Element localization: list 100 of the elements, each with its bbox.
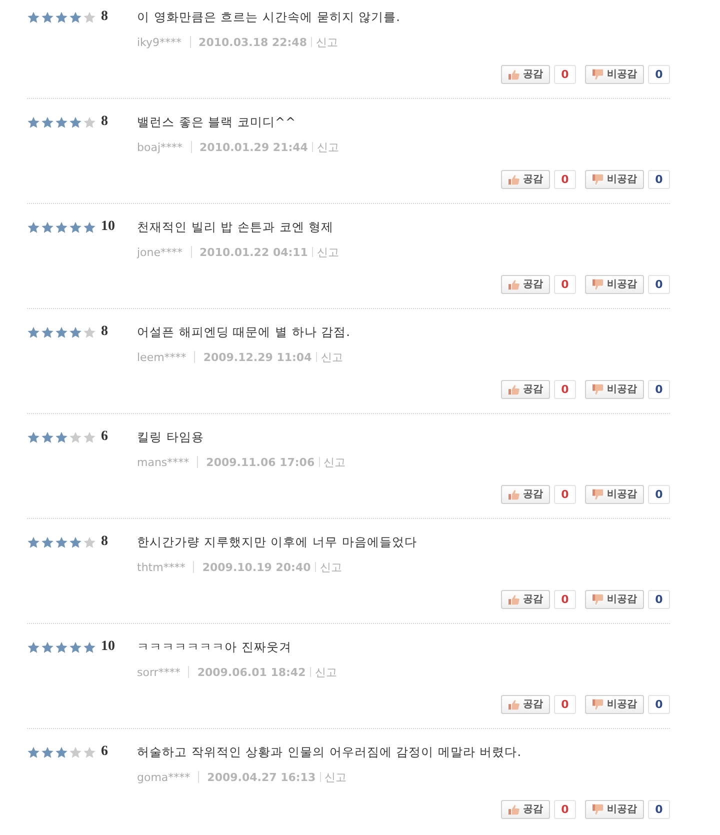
star-icon [55, 536, 68, 548]
thumbs-up-icon [508, 384, 520, 394]
like-button[interactable]: 공감 [501, 64, 550, 84]
dislike-button[interactable]: 비공감 [585, 694, 644, 714]
star-icon [69, 10, 82, 24]
star-icon [83, 326, 96, 338]
review-date: 2009.12.29 11:04 [203, 350, 312, 364]
review-comment: 어설픈 해피엔딩 때문에 별 하나 감점. [137, 324, 352, 341]
star-icon [83, 640, 96, 654]
star-icon [69, 326, 82, 338]
review-date: 2009.11.06 17:06 [206, 456, 315, 468]
rating-score: 8 [101, 533, 108, 551]
star-icon [69, 536, 82, 548]
star-icon [27, 430, 40, 444]
star-icon [55, 220, 68, 234]
star-icon [55, 430, 68, 444]
thumbs-up-icon [508, 278, 520, 290]
like-button[interactable]: 공감 [501, 170, 550, 188]
star-icon [55, 116, 68, 128]
dislike-button[interactable]: 비공감 [585, 590, 644, 608]
like-button[interactable]: 공감 [501, 590, 550, 608]
star-icon [55, 746, 68, 758]
like-button[interactable]: 공감 [501, 484, 550, 504]
like-button[interactable]: 공감 [501, 274, 550, 294]
thumbs-down-icon [592, 804, 604, 814]
thumbs-down-icon [592, 68, 604, 80]
star-icon [69, 430, 82, 444]
star-icon [27, 536, 40, 548]
star-icon [27, 640, 40, 654]
like-button[interactable]: 공감 [501, 380, 550, 398]
star-icon [83, 430, 96, 444]
username: boaj**** [137, 140, 183, 154]
star-icon [41, 746, 54, 758]
thumbs-down-icon [592, 278, 604, 290]
dislike-button[interactable]: 비공감 [585, 274, 644, 294]
review-date: 2010.01.29 21:44 [200, 140, 308, 154]
dislike-button[interactable]: 비공감 [585, 64, 644, 84]
thumbs-down-icon [592, 174, 604, 184]
dislike-count: 0 [648, 694, 670, 714]
review-comment: 킬링 타임용 [137, 429, 205, 446]
star-icon [69, 746, 82, 758]
rating-score: 10 [101, 218, 115, 236]
dislike-count: 0 [648, 590, 670, 608]
star-icon [83, 10, 96, 24]
review-date: 2009.06.01 18:42 [197, 666, 306, 678]
dislike-count: 0 [648, 800, 670, 818]
like-count: 0 [554, 64, 576, 84]
thumbs-up-icon [508, 594, 520, 604]
username: leem**** [137, 350, 186, 364]
star-icon [55, 326, 68, 338]
rating-score: 8 [101, 8, 108, 26]
star-icon [27, 10, 40, 24]
dislike-count: 0 [648, 170, 670, 188]
username: thtm**** [137, 560, 186, 574]
star-icon [27, 220, 40, 234]
star-icon [55, 10, 68, 24]
star-icon [41, 326, 54, 338]
review-date: 2009.04.27 16:13 [207, 770, 316, 784]
star-icon [83, 746, 96, 758]
review-comment: ㅋㅋㅋㅋㅋㅋㅋ아 진짜웃겨 [137, 639, 292, 656]
thumbs-down-icon [592, 384, 604, 394]
dislike-button[interactable]: 비공감 [585, 380, 644, 398]
review-comment: 허술하고 작위적인 상황과 인물의 어우러짐에 감정이 메말라 버렸다. [137, 744, 523, 761]
username: iky9**** [137, 36, 182, 48]
thumbs-up-icon [508, 68, 520, 80]
thumbs-down-icon [592, 594, 604, 604]
star-icon [83, 536, 96, 548]
star-icon [41, 430, 54, 444]
thumbs-up-icon [508, 698, 520, 710]
thumbs-up-icon [508, 174, 520, 184]
thumbs-up-icon [508, 488, 520, 500]
review-date: 2009.10.19 20:40 [202, 560, 311, 574]
dislike-button[interactable]: 비공감 [585, 800, 644, 818]
thumbs-up-icon [508, 804, 520, 814]
star-icon [41, 536, 54, 548]
dislike-button[interactable]: 비공감 [585, 170, 644, 188]
like-button[interactable]: 공감 [501, 694, 550, 714]
like-button[interactable]: 공감 [501, 800, 550, 818]
star-icon [83, 220, 96, 234]
review-comment: 이 영화만큼은 흐르는 시간속에 묻히지 않기를. [137, 9, 402, 26]
username: goma**** [137, 770, 190, 784]
dislike-count: 0 [648, 64, 670, 84]
dislike-count: 0 [648, 380, 670, 398]
rating-score: 10 [101, 638, 115, 656]
like-count: 0 [554, 170, 576, 188]
star-icon [41, 640, 54, 654]
username: sorr**** [137, 666, 180, 678]
like-count: 0 [554, 380, 576, 398]
like-count: 0 [554, 590, 576, 608]
star-icon [27, 746, 40, 758]
star-icon [69, 640, 82, 654]
star-icon [69, 220, 82, 234]
star-icon [41, 116, 54, 128]
rating-score: 8 [101, 323, 108, 341]
username: jone**** [137, 246, 183, 258]
dislike-button[interactable]: 비공감 [585, 484, 644, 504]
review-date: 2010.01.22 04:11 [200, 246, 308, 258]
review-comment: 천재적인 빌리 밥 손튼과 코엔 형제 [137, 219, 335, 236]
rating-score: 6 [101, 743, 108, 761]
star-icon [83, 116, 96, 128]
